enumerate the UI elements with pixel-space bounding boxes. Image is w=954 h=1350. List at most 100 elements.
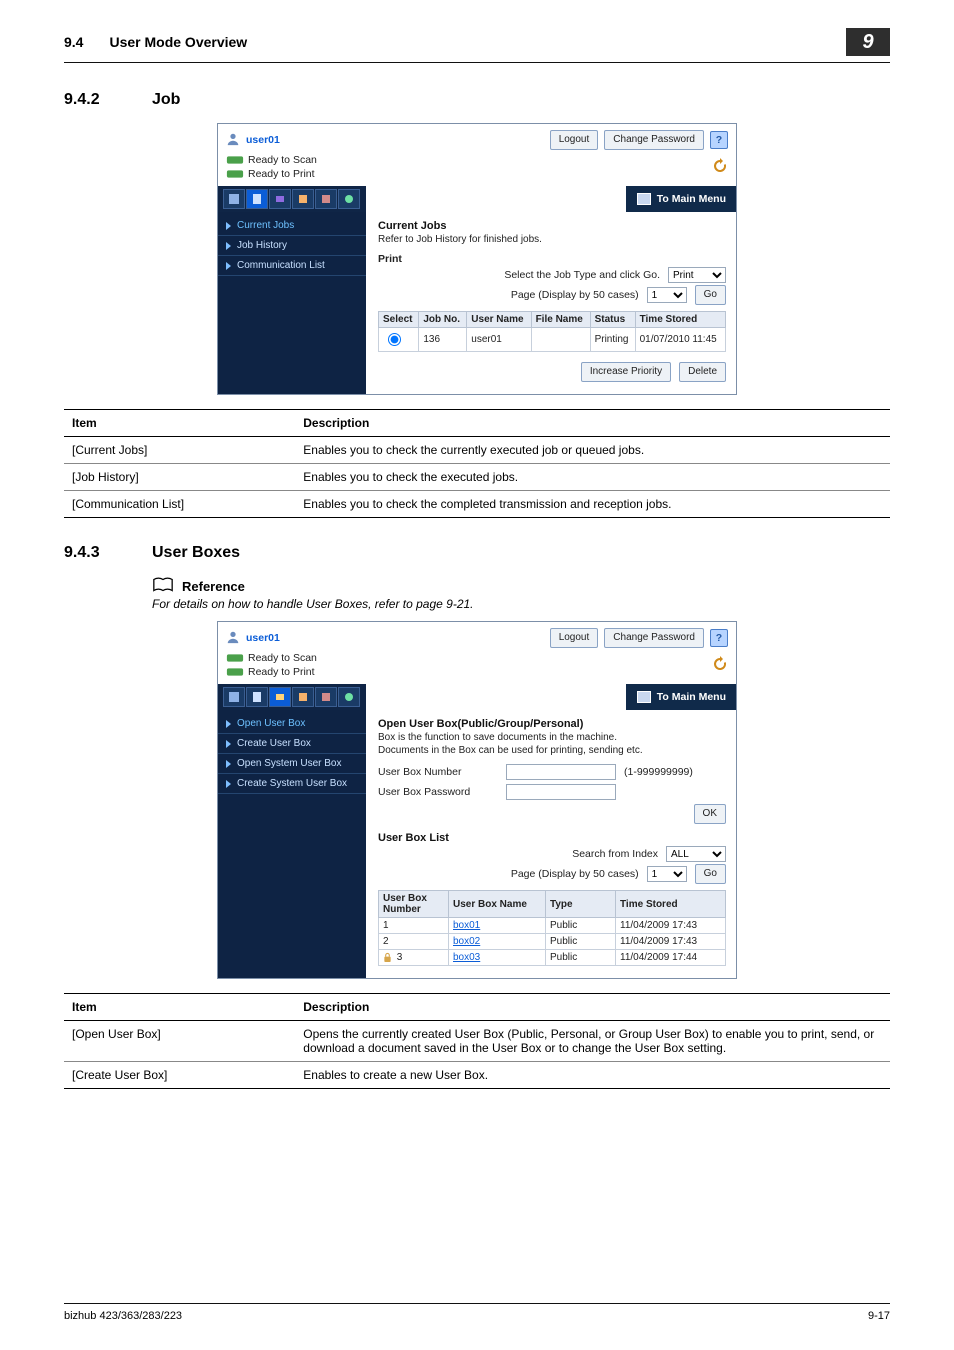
panel-subtext-1: Box is the function to save documents in… (378, 732, 726, 743)
col-user-box-name: User Box Name (449, 891, 546, 918)
nav-icon-6[interactable] (338, 189, 360, 209)
nav-icon-5[interactable] (315, 687, 337, 707)
nav-icon-strip (218, 684, 366, 710)
subsection-number: 9.4.3 (64, 544, 120, 562)
col-time-stored: Time Stored (616, 891, 726, 918)
nav-icon-3[interactable] (269, 687, 291, 707)
panel-subtext: Refer to Job History for finished jobs. (378, 234, 726, 245)
page-select[interactable]: 1 (647, 866, 687, 882)
status-print: Ready to Print (226, 168, 317, 180)
list-title: User Box List (378, 832, 726, 844)
user-box-link[interactable]: box01 (453, 920, 480, 931)
table-row: 136 user01 Printing 01/07/2010 11:45 (379, 328, 726, 352)
sidebar-item-job-history[interactable]: Job History (218, 236, 366, 256)
nav-icon-2[interactable] (246, 189, 268, 209)
nav-icon-2[interactable] (246, 687, 268, 707)
subsection-title: User Boxes (152, 544, 240, 562)
to-main-menu[interactable]: To Main Menu (626, 684, 736, 710)
page-footer: bizhub 423/363/283/223 9-17 (64, 1303, 890, 1322)
nav-icon-5[interactable] (315, 189, 337, 209)
sidebar-item-create-system-user-box[interactable]: Create System User Box (218, 774, 366, 794)
col-item-header: Item (64, 410, 295, 437)
col-jobno: Job No. (419, 312, 467, 328)
col-status: Status (590, 312, 635, 328)
help-button[interactable]: ? (710, 131, 728, 149)
page-label: Page (Display by 50 cases) (511, 868, 639, 880)
status-print: Ready to Print (226, 666, 317, 678)
menu-icon (637, 193, 651, 205)
jobtype-label: Select the Job Type and click Go. (504, 269, 660, 281)
nav-icon-1[interactable] (223, 189, 245, 209)
reference-icon (152, 576, 174, 597)
go-button[interactable]: Go (695, 285, 726, 305)
col-filename: File Name (531, 312, 590, 328)
section-title: User Mode Overview (109, 34, 247, 50)
sidebar-item-communication-list[interactable]: Communication List (218, 256, 366, 276)
user-box-password-input[interactable] (506, 784, 616, 800)
subsection-heading-userboxes: 9.4.3 User Boxes (64, 544, 890, 562)
user-box-list-table: User Box Number User Box Name Type Time … (378, 890, 726, 966)
status-scan: Ready to Scan (226, 154, 317, 166)
nav-icon-4[interactable] (292, 687, 314, 707)
logout-button[interactable]: Logout (550, 130, 599, 150)
refresh-icon[interactable] (712, 158, 728, 177)
reference-label: Reference (182, 579, 245, 594)
logout-button[interactable]: Logout (550, 628, 599, 648)
user-icon (226, 132, 240, 149)
subsection-title: Job (152, 91, 180, 109)
reference-note: For details on how to handle User Boxes,… (152, 597, 890, 611)
table-row: [Create User Box] Enables to create a ne… (64, 1062, 890, 1089)
col-select: Select (379, 312, 419, 328)
table-row: 1 box01 Public 11/04/2009 17:43 (379, 918, 726, 934)
table-row: 3 box03 Public 11/04/2009 17:44 (379, 950, 726, 966)
user-box-link[interactable]: box02 (453, 936, 480, 947)
screenshot-job: user01 Logout Change Password ? Ready to… (217, 123, 737, 395)
delete-button[interactable]: Delete (679, 362, 726, 382)
user-name: user01 (246, 632, 280, 644)
user-box-number-input[interactable] (506, 764, 616, 780)
col-user-box-number: User Box Number (379, 891, 449, 918)
change-password-button[interactable]: Change Password (604, 130, 704, 150)
screenshot-userbox: user01 Logout Change Password ? Ready to… (217, 621, 737, 979)
sidebar-item-create-user-box[interactable]: Create User Box (218, 734, 366, 754)
subsection-heading-job: 9.4.2 Job (64, 91, 890, 109)
user-box-number-label: User Box Number (378, 766, 498, 778)
reference-block: Reference (152, 576, 890, 597)
change-password-button[interactable]: Change Password (604, 628, 704, 648)
sidebar-item-open-user-box[interactable]: Open User Box (218, 714, 366, 734)
nav-icon-3[interactable] (269, 189, 291, 209)
sidebar-item-current-jobs[interactable]: Current Jobs (218, 216, 366, 236)
page-select[interactable]: 1 (647, 287, 687, 303)
increase-priority-button[interactable]: Increase Priority (581, 362, 671, 382)
to-main-menu[interactable]: To Main Menu (626, 186, 736, 212)
page-label: Page (Display by 50 cases) (511, 289, 639, 301)
sidebar-item-open-system-user-box[interactable]: Open System User Box (218, 754, 366, 774)
nav-icon-strip (218, 186, 366, 212)
go-button[interactable]: Go (695, 864, 726, 884)
search-index-select[interactable]: ALL (666, 846, 726, 862)
current-user: user01 (226, 630, 280, 647)
chapter-badge: 9 (846, 28, 890, 56)
page-header: 9.4 User Mode Overview 9 (64, 28, 890, 63)
help-button[interactable]: ? (710, 629, 728, 647)
current-user: user01 (226, 132, 280, 149)
nav-icon-4[interactable] (292, 189, 314, 209)
sidebar-userbox: Open User Box Create User Box Open Syste… (218, 710, 366, 978)
nav-icon-6[interactable] (338, 687, 360, 707)
user-box-link[interactable]: box03 (453, 952, 480, 963)
col-desc-header: Description (295, 410, 890, 437)
table-row: 2 box02 Public 11/04/2009 17:43 (379, 934, 726, 950)
user-name: user01 (246, 134, 280, 146)
table-row: [Communication List] Enables you to chec… (64, 491, 890, 518)
col-desc-header: Description (295, 994, 890, 1021)
refresh-icon[interactable] (712, 656, 728, 675)
row-select-radio[interactable] (388, 333, 401, 346)
table-row: [Job History] Enables you to check the e… (64, 464, 890, 491)
nav-icon-1[interactable] (223, 687, 245, 707)
sidebar-job: Current Jobs Job History Communication L… (218, 212, 366, 394)
section-number: 9.4 (64, 34, 83, 50)
jobtype-select[interactable]: Print (668, 267, 726, 283)
user-icon (226, 630, 240, 647)
ok-button[interactable]: OK (694, 804, 726, 824)
menu-icon (637, 691, 651, 703)
